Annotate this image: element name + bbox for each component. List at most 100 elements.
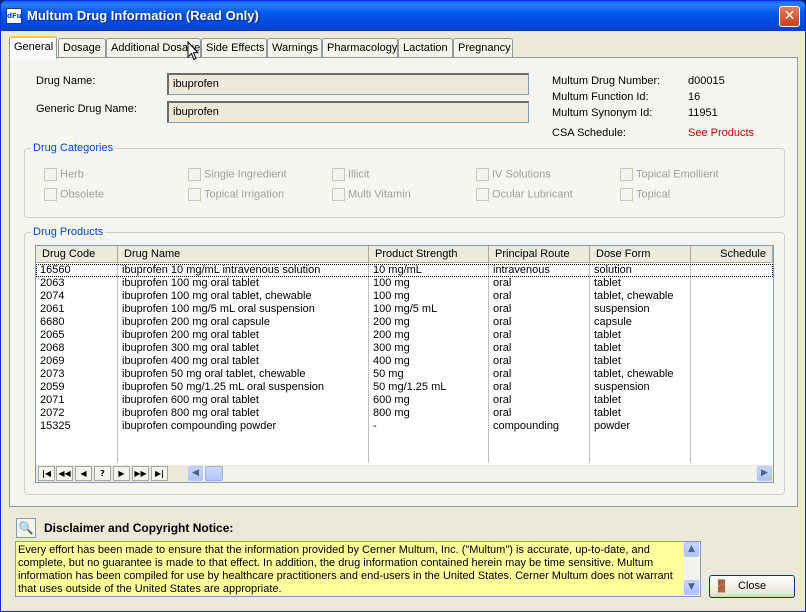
- cell-product-strength: 200 mg: [373, 316, 410, 328]
- synonym-id-value: 11951: [688, 107, 718, 119]
- app-icon: dFu: [6, 8, 22, 24]
- cell-dose-form: tablet, chewable: [594, 368, 674, 380]
- cell-drug-name: ibuprofen 200 mg oral capsule: [122, 316, 270, 328]
- cell-drug-code: 2072: [40, 407, 65, 419]
- scroll-up-icon[interactable]: ▲: [684, 542, 699, 557]
- grid-navigator: |◀ ◀◀ ◀ ? ▶ ▶▶ ▶| ◀ ▶: [36, 465, 773, 482]
- category-ocular-lubricant[interactable]: Ocular Lubricant: [476, 188, 573, 202]
- checkbox-icon: [476, 188, 489, 201]
- checkbox-label: Topical: [636, 188, 671, 201]
- table-row[interactable]: 2065 ibuprofen 200 mg oral tablet 200 mg or…: [36, 329, 773, 342]
- table-row[interactable]: 2072 ibuprofen 800 mg oral tablet 800 mg or…: [36, 407, 773, 420]
- table-row[interactable]: 2068 ibuprofen 300 mg oral tablet 300 mg or…: [36, 342, 773, 355]
- table-row[interactable]: 2059 ibuprofen 50 mg/1.25 mL oral suspens…: [36, 381, 773, 394]
- cell-principal-route: oral: [493, 342, 512, 354]
- cell-dose-form: solution: [594, 264, 632, 276]
- table-row[interactable]: 2073 ibuprofen 50 mg oral tablet, chewabl…: [36, 368, 773, 381]
- category-topical[interactable]: Topical: [620, 188, 670, 202]
- cell-drug-code: 2071: [40, 394, 65, 406]
- cell-drug-name: ibuprofen 200 mg oral tablet: [122, 329, 259, 341]
- tab-warnings[interactable]: Warnings: [267, 38, 322, 58]
- scroll-right-icon[interactable]: ▶: [757, 466, 772, 481]
- function-id-value: 16: [688, 91, 701, 103]
- checkbox-icon: [44, 188, 57, 201]
- cell-drug-name: ibuprofen compounding powder: [122, 420, 277, 432]
- cell-principal-route: oral: [493, 381, 512, 393]
- tab-pregnancy[interactable]: Pregnancy: [453, 38, 513, 58]
- previous-record-button[interactable]: ◀: [75, 466, 92, 481]
- column-header-drug-code[interactable]: Drug Code: [36, 246, 118, 263]
- category-topical-emollient[interactable]: Topical Emollient: [620, 168, 719, 182]
- cell-drug-code: 2073: [40, 368, 65, 380]
- previous-page-button[interactable]: ◀◀: [56, 466, 73, 481]
- column-header-drug-name[interactable]: Drug Name: [118, 246, 369, 263]
- last-record-button[interactable]: ▶|: [151, 466, 168, 481]
- column-header-schedule[interactable]: Schedule: [691, 246, 773, 263]
- drug-name-label: Drug Name:: [36, 75, 96, 87]
- cell-principal-route: oral: [493, 277, 512, 289]
- cell-drug-code: 2061: [40, 303, 65, 315]
- multum-number-label: Multum Drug Number:: [552, 75, 661, 87]
- cell-product-strength: 300 mg: [373, 342, 410, 354]
- category-illicit[interactable]: Illicit: [332, 168, 369, 182]
- cell-principal-route: oral: [493, 394, 512, 406]
- next-record-button[interactable]: ▶: [113, 466, 130, 481]
- column-header-dose-form[interactable]: Dose Form: [590, 246, 691, 263]
- checkbox-icon: [332, 168, 345, 181]
- help-button[interactable]: ?: [94, 466, 111, 481]
- table-row[interactable]: 6680 ibuprofen 200 mg oral capsule 200 mg o…: [36, 316, 773, 329]
- table-row[interactable]: 2074 ibuprofen 100 mg oral tablet, chewab…: [36, 290, 773, 303]
- scroll-left-icon[interactable]: ◀: [188, 466, 203, 481]
- category-iv-solutions[interactable]: IV Solutions: [476, 168, 551, 182]
- cell-drug-code: 2068: [40, 342, 65, 354]
- checkbox-icon: [620, 188, 633, 201]
- tab-pharmacology[interactable]: Pharmacology: [322, 38, 398, 58]
- category-herb[interactable]: Herb: [44, 168, 84, 182]
- tab-dosage[interactable]: Dosage: [58, 38, 106, 58]
- disclaimer-box: Every effort has been made to ensure tha…: [15, 541, 701, 597]
- tab-general[interactable]: General: [9, 36, 57, 59]
- table-row[interactable]: 2061 ibuprofen 100 mg/5 mL oral suspensio…: [36, 303, 773, 316]
- column-header-product-strength[interactable]: Product Strength: [369, 246, 489, 263]
- cell-drug-name: ibuprofen 800 mg oral tablet: [122, 407, 259, 419]
- cell-product-strength: 800 mg: [373, 407, 410, 419]
- cell-dose-form: tablet: [594, 355, 621, 367]
- cell-product-strength: 10 mg/mL: [373, 264, 422, 276]
- scroll-down-icon[interactable]: ▼: [684, 580, 699, 595]
- category-multi-vitamin[interactable]: Multi Vitamin: [332, 188, 411, 202]
- cell-drug-code: 2063: [40, 277, 65, 289]
- close-button-label: Close: [738, 580, 767, 592]
- generic-name-label: Generic Drug Name:: [36, 103, 137, 115]
- table-row[interactable]: 15325 ibuprofen compounding powder - compou…: [36, 420, 773, 433]
- category-topical-irrigation[interactable]: Topical Irrigation: [188, 188, 284, 202]
- cell-dose-form: suspension: [594, 381, 650, 393]
- drug-name-field[interactable]: ibuprofen: [167, 73, 529, 95]
- checkbox-icon: [476, 168, 489, 181]
- title-bar[interactable]: dFu Multum Drug Information (Read Only) …: [1, 1, 805, 31]
- scroll-thumb[interactable]: [205, 466, 223, 481]
- cell-drug-name: ibuprofen 100 mg/5 mL oral suspension: [122, 303, 315, 315]
- first-record-button[interactable]: |◀: [38, 466, 55, 481]
- csa-schedule-label: CSA Schedule:: [552, 127, 626, 139]
- csa-schedule-link[interactable]: See Products: [688, 127, 754, 139]
- close-button[interactable]: 🚪 Close: [709, 575, 795, 598]
- next-page-button[interactable]: ▶▶: [132, 466, 149, 481]
- tab-side-effects[interactable]: Side Effects: [201, 38, 267, 58]
- function-id-label: Multum Function Id:: [552, 91, 649, 103]
- column-header-principal-route[interactable]: Principal Route: [489, 246, 590, 263]
- cell-drug-name: ibuprofen 50 mg oral tablet, chewable: [122, 368, 306, 380]
- category-obsolete[interactable]: Obsolete: [44, 188, 104, 202]
- table-row[interactable]: 16560 ibuprofen 10 mg/mL intravenous solu…: [36, 264, 773, 277]
- table-row[interactable]: 2071 ibuprofen 600 mg oral tablet 600 mg or…: [36, 394, 773, 407]
- tab-lactation[interactable]: Lactation: [398, 38, 453, 58]
- checkbox-label: Multi Vitamin: [348, 188, 411, 201]
- products-grid[interactable]: Drug Code Drug Name Product Strength Pri…: [35, 245, 774, 483]
- category-single-ingredient[interactable]: Single Ingredient: [188, 168, 287, 182]
- generic-name-field[interactable]: ibuprofen: [167, 101, 529, 123]
- horizontal-scrollbar[interactable]: ◀ ▶: [188, 466, 772, 481]
- table-row[interactable]: 2063 ibuprofen 100 mg oral tablet 100 mg or…: [36, 277, 773, 290]
- vertical-scrollbar[interactable]: ▲ ▼: [684, 542, 700, 596]
- table-row[interactable]: 2069 ibuprofen 400 mg oral tablet 400 mg or…: [36, 355, 773, 368]
- cell-principal-route: oral: [493, 290, 512, 302]
- window-close-button[interactable]: ✕: [779, 6, 800, 27]
